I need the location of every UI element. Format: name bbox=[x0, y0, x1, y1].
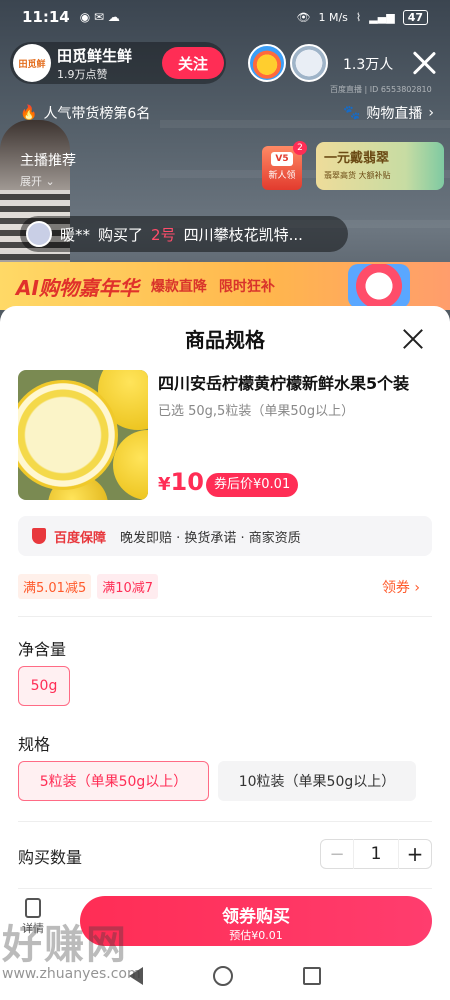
wifi-icon: ⌇ bbox=[355, 10, 362, 24]
carnival-banner[interactable]: AI购物嘉年华 爆款直降 限时狂补 bbox=[0, 262, 450, 310]
price-value: 10 bbox=[170, 468, 204, 496]
recommend-expand[interactable]: 展开 bbox=[20, 175, 42, 188]
paw-icon: 🐾 bbox=[342, 105, 361, 121]
jade-banner-title: 一元戴翡翠 bbox=[324, 151, 390, 166]
document-icon bbox=[25, 898, 41, 918]
battery-icon: 47 bbox=[402, 9, 428, 25]
flame-icon: 🔥 bbox=[20, 105, 38, 121]
viewer-avatar[interactable] bbox=[290, 44, 328, 82]
coupon-price-badge: 券后价¥0.01 bbox=[206, 473, 299, 497]
net-option-50g[interactable]: 50g bbox=[18, 666, 70, 706]
get-coupon-link[interactable]: 领券 › bbox=[382, 577, 420, 597]
carnival-sub-2: 限时狂补 bbox=[218, 279, 275, 295]
net-speed: 1 M/s bbox=[318, 10, 348, 24]
minus-button[interactable]: − bbox=[321, 844, 353, 865]
price-currency: ¥ bbox=[158, 474, 171, 495]
status-bar: 11:14 ◉ ✉ ☁ 👁 1 M/s ⌇ ▂▄▆ 47 bbox=[0, 0, 450, 34]
promo-tag: 满5.01减5 bbox=[18, 574, 92, 599]
anchor-card[interactable]: 田觅鲜 田觅鲜生鲜 1.9万点赞 关注 bbox=[10, 42, 226, 84]
chevron-down-icon: ⌄ bbox=[45, 175, 55, 188]
guarantee-brand: 百度保障 bbox=[54, 530, 107, 546]
carnival-title: AI购物嘉年华 bbox=[16, 275, 139, 300]
jade-banner-sub: 翡翠高货 大额补贴 bbox=[324, 171, 391, 180]
newcomer-gift-badge[interactable]: V5 2 新人领 bbox=[262, 141, 307, 190]
jade-promo-banner[interactable]: 一元戴翡翠 翡翠高货 大额补贴 bbox=[316, 142, 444, 190]
room-id: 百度直播 | ID 6553802810 bbox=[330, 85, 432, 94]
quantity-value[interactable]: 1 bbox=[353, 839, 399, 869]
signal-icon: ▂▄▆ bbox=[369, 10, 395, 24]
viewer-count[interactable]: 1.3万人 bbox=[343, 54, 393, 74]
quantity-label: 购买数量 bbox=[18, 848, 83, 867]
purchase-item: 四川攀枝花凯特... bbox=[183, 225, 303, 244]
product-title: 四川安岳柠檬黄柠檬新鲜水果5个装 bbox=[158, 374, 410, 393]
gift-count-badge: 2 bbox=[293, 141, 307, 155]
sheet-title: 商品规格 bbox=[185, 328, 265, 352]
recommend-title: 主播推荐 bbox=[20, 153, 76, 169]
promo-tag: 满10减7 bbox=[97, 574, 159, 599]
anchor-likes: 1.9万点赞 bbox=[57, 67, 108, 81]
quantity-stepper: − 1 + bbox=[320, 839, 432, 869]
anchor-avatar[interactable]: 田觅鲜 bbox=[13, 44, 51, 82]
spec-option-10[interactable]: 10粒装（单果50g以上） bbox=[218, 761, 416, 801]
plus-button[interactable]: + bbox=[399, 842, 431, 866]
buy-label: 领券购买 bbox=[222, 907, 290, 927]
notification-icons: ◉ ✉ ☁ bbox=[79, 10, 120, 24]
guarantee-text: 晚发即赔 · 换货承诺 · 商家资质 bbox=[120, 530, 301, 546]
selected-spec: 已选 50g,5粒装（单果50g以上） bbox=[158, 404, 355, 419]
carnival-sub-1: 爆款直降 bbox=[150, 279, 207, 295]
chevron-right-icon: › bbox=[428, 105, 434, 121]
divider bbox=[18, 821, 432, 822]
popularity-rank[interactable]: 🔥 人气带货榜第6名 bbox=[20, 103, 150, 123]
product-image[interactable] bbox=[18, 370, 148, 500]
product-price: ¥10 bbox=[158, 468, 204, 496]
robot-mascot-icon bbox=[348, 264, 410, 308]
purchase-action: 购买了 bbox=[98, 225, 144, 244]
buy-sub-label: 预估¥0.01 bbox=[229, 929, 283, 942]
user-avatar bbox=[26, 221, 52, 247]
back-icon[interactable] bbox=[129, 967, 143, 985]
home-icon[interactable] bbox=[213, 966, 233, 986]
spec-label: 规格 bbox=[18, 735, 51, 754]
close-icon[interactable] bbox=[402, 328, 424, 350]
detail-button[interactable]: 详情 bbox=[18, 898, 48, 936]
divider bbox=[18, 616, 432, 617]
spec-option-5[interactable]: 5粒装（单果50g以上） bbox=[18, 761, 209, 801]
recent-apps-icon[interactable] bbox=[303, 967, 321, 985]
gift-label: 新人领 bbox=[268, 171, 296, 181]
rank-text: 人气带货榜第6名 bbox=[43, 106, 151, 122]
buy-with-coupon-button[interactable]: 领券购买 预估¥0.01 bbox=[80, 896, 432, 946]
promo-tags: 满5.01减5 满10减7 bbox=[18, 574, 159, 599]
anchor-name: 田觅鲜生鲜 bbox=[57, 46, 133, 65]
guarantee-bar[interactable]: 百度保障 晚发即赔 · 换货承诺 · 商家资质 bbox=[18, 516, 432, 556]
gift-level: V5 bbox=[271, 152, 293, 166]
net-content-label: 净含量 bbox=[18, 640, 67, 659]
shop-live-label: 购物直播 bbox=[366, 106, 423, 122]
follow-button[interactable]: 关注 bbox=[162, 47, 224, 79]
status-time: 11:14 bbox=[22, 8, 70, 26]
close-live-icon[interactable] bbox=[409, 48, 439, 78]
purchase-number: 2号 bbox=[151, 225, 176, 244]
anchor-recommend[interactable]: 主播推荐 展开 ⌄ bbox=[20, 150, 76, 189]
detail-label: 详情 bbox=[22, 922, 44, 935]
purchase-user: 暖** bbox=[60, 225, 91, 244]
divider bbox=[18, 888, 432, 889]
system-nav-bar bbox=[0, 952, 450, 1000]
eye-icon: 👁 bbox=[296, 10, 311, 24]
shield-icon bbox=[32, 528, 46, 544]
viewer-avatar[interactable] bbox=[248, 44, 286, 82]
product-spec-sheet: 商品规格 四川安岳柠檬黄柠檬新鲜水果5个装 已选 50g,5粒装（单果50g以上… bbox=[0, 306, 450, 1000]
shopping-live-link[interactable]: 🐾 购物直播 › bbox=[343, 103, 434, 123]
purchase-notification: 暖** 购买了 2号 四川攀枝花凯特... bbox=[20, 216, 348, 252]
